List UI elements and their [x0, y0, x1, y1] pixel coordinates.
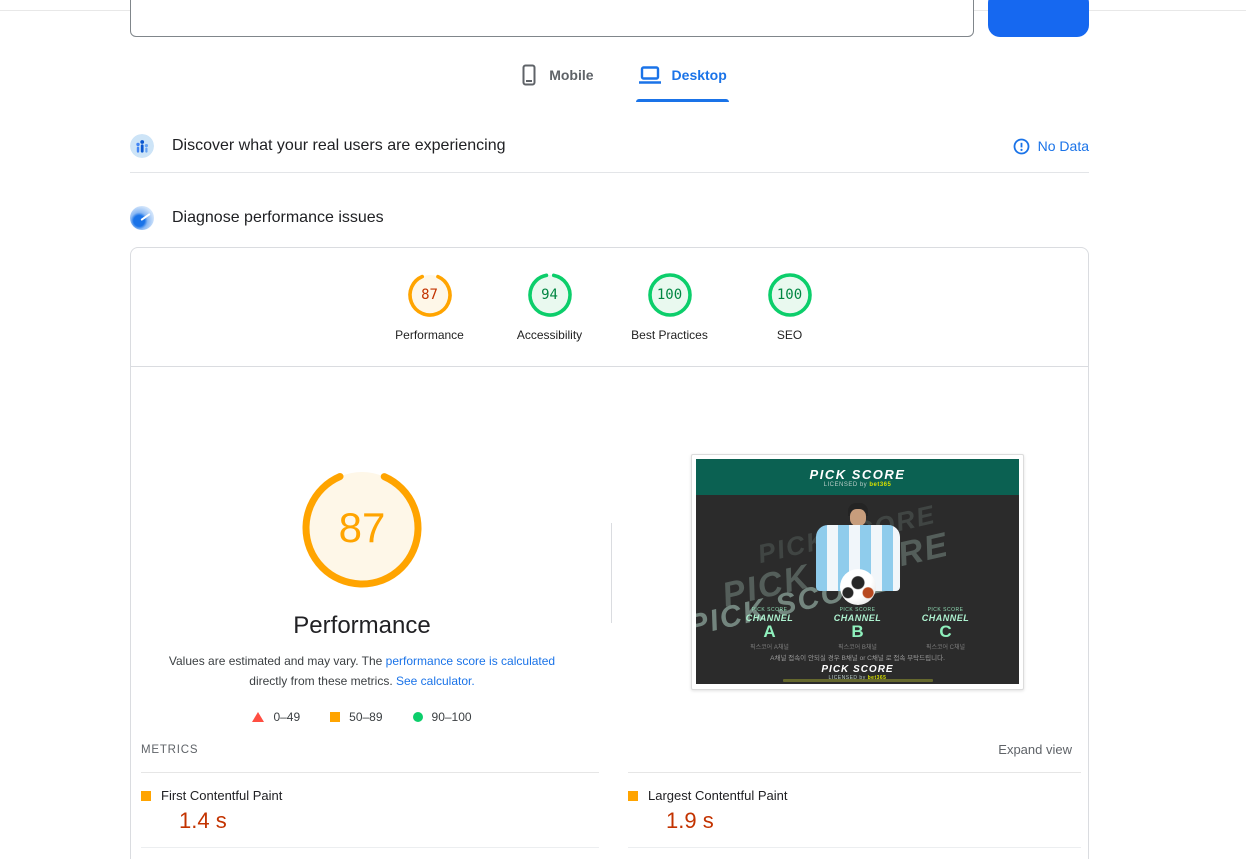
score-calculation-link[interactable]: performance score is calculated — [386, 654, 555, 668]
category-performance[interactable]: 87 Performance — [370, 271, 490, 342]
metrics-divider — [141, 772, 599, 773]
channel-letter: A — [763, 622, 776, 641]
category-label: SEO — [776, 328, 803, 342]
disclaimer-text: directly from these metrics. — [249, 674, 396, 688]
performance-main-gauge: 87 — [300, 466, 424, 590]
performance-panel-title: Performance — [293, 612, 431, 639]
accessibility-score-gauge: 94 — [526, 271, 574, 319]
tab-desktop-label: Desktop — [671, 67, 727, 83]
expand-view-button[interactable]: Expand view — [998, 742, 1072, 757]
category-label: Accessibility — [516, 328, 583, 342]
channel-b: PICK SCORE CHANNEL B 픽스코어 B채널 — [822, 607, 894, 651]
tab-desktop[interactable]: Desktop — [635, 64, 730, 102]
analyze-button[interactable] — [988, 0, 1089, 37]
soccer-ball — [839, 569, 876, 605]
field-section-title: Discover what your real users are experi… — [172, 137, 506, 154]
best-practices-score-value: 100 — [656, 287, 683, 303]
metric-name: First Contentful Paint — [161, 788, 283, 803]
lighthouse-report-card: 87 Performance 94 Accessibility 100 Best… — [130, 247, 1089, 859]
footer-site-title: PICK SCORE — [821, 664, 894, 675]
metric-largest-contentful-paint: Largest Contentful Paint 1.9 s — [628, 784, 1081, 848]
diagnose-speedometer-icon — [130, 206, 154, 230]
screenshot-header: PICK SCORE LICENSED by bet365 — [696, 459, 1019, 495]
legend-range: 0–49 — [273, 710, 301, 724]
metric-name: Largest Contentful Paint — [648, 788, 788, 803]
no-data-label: No Data — [1037, 138, 1089, 154]
average-square-icon — [330, 712, 341, 722]
seo-score-gauge: 100 — [766, 271, 814, 319]
final-screenshot-thumbnail[interactable]: PICK SCORE LICENSED by bet365 PICK SCORE… — [691, 454, 1024, 690]
performance-score-value: 87 — [421, 287, 438, 303]
channel-list: PICK SCORE CHANNEL A 픽스코어 A채널 PICK SCORE… — [696, 607, 1019, 651]
channel-letter: C — [939, 622, 952, 641]
metric-value: 1.4 s — [179, 808, 227, 833]
no-data-status[interactable]: No Data — [1013, 138, 1089, 155]
disclaimer-text: Values are estimated and may vary. The — [168, 654, 386, 668]
category-seo[interactable]: 100 SEO — [730, 271, 850, 342]
channel-letter: B — [851, 622, 864, 641]
screenshot-site-subtitle: LICENSED by bet365 — [824, 482, 892, 488]
tab-mobile[interactable]: Mobile — [519, 64, 594, 102]
channel-c: PICK SCORE CHANNEL C 픽스코어 C채널 — [910, 607, 982, 651]
field-data-section: Discover what your real users are experi… — [130, 120, 1089, 173]
channel-caption: 픽스코어 C채널 — [925, 645, 966, 651]
channel-caption: 픽스코어 B채널 — [838, 645, 877, 651]
category-best-practices[interactable]: 100 Best Practices — [610, 271, 730, 342]
see-calculator-link[interactable]: See calculator. — [396, 674, 475, 688]
soccer-player-image — [803, 503, 913, 615]
legend-range: 90–100 — [431, 710, 472, 724]
channel-a: PICK SCORE CHANNEL A 픽스코어 A채널 — [734, 607, 806, 651]
score-disclaimer: Values are estimated and may vary. The p… — [152, 651, 572, 691]
screenshot-body: PICK SCORE PICK SCORE PICK SCORE PICK SC… — [696, 495, 1019, 684]
lab-section-header: Diagnose performance issues — [130, 197, 1089, 239]
desktop-icon — [638, 66, 661, 84]
fail-triangle-icon — [252, 712, 265, 722]
card-divider — [131, 366, 1088, 367]
real-users-icon — [130, 134, 154, 158]
performance-score-gauge: 87 — [406, 271, 454, 319]
channel-notice: A채널 접속이 안되실 경우 B채널 or C채널 로 접속 부탁드립니다. — [770, 655, 945, 662]
metric-value: 1.9 s — [666, 808, 714, 833]
lab-section-title: Diagnose performance issues — [172, 209, 384, 226]
pass-circle-icon — [412, 712, 423, 722]
average-square-icon — [141, 790, 151, 801]
channel-caption: 픽스코어 A채널 — [750, 645, 789, 651]
seo-score-value: 100 — [776, 287, 803, 303]
url-input[interactable] — [130, 0, 974, 37]
brand-text: bet365 — [869, 481, 892, 488]
footer-fineprint — [782, 679, 933, 682]
performance-main-score: 87 — [338, 504, 386, 551]
best-practices-score-gauge: 100 — [646, 271, 694, 319]
tab-mobile-label: Mobile — [549, 67, 594, 83]
legend-range: 50–89 — [349, 710, 383, 724]
metric-first-contentful-paint: First Contentful Paint 1.4 s — [141, 784, 599, 848]
legend-pass: 90–100 — [412, 710, 472, 724]
panel-divider — [611, 523, 612, 623]
metrics-header: METRICS Expand view — [141, 742, 1072, 757]
metrics-heading: METRICS — [141, 743, 199, 756]
category-label: Best Practices — [631, 328, 708, 342]
licensed-text: LICENSED by — [823, 481, 870, 488]
mobile-phone-icon — [522, 64, 536, 86]
accessibility-score-value: 94 — [541, 287, 558, 303]
legend-average: 50–89 — [330, 710, 383, 724]
strategy-tabs: Mobile Desktop — [0, 64, 1246, 102]
category-accessibility[interactable]: 94 Accessibility — [490, 271, 610, 342]
metrics-divider — [628, 772, 1081, 773]
screenshot-site-title: PICK SCORE — [809, 466, 906, 482]
category-gauges-row: 87 Performance 94 Accessibility 100 Best… — [131, 271, 1088, 342]
score-legend: 0–49 50–89 90–100 — [152, 710, 572, 724]
legend-fail: 0–49 — [252, 710, 300, 724]
category-label: Performance — [395, 328, 464, 342]
average-square-icon — [628, 790, 638, 801]
info-icon — [1013, 138, 1030, 154]
